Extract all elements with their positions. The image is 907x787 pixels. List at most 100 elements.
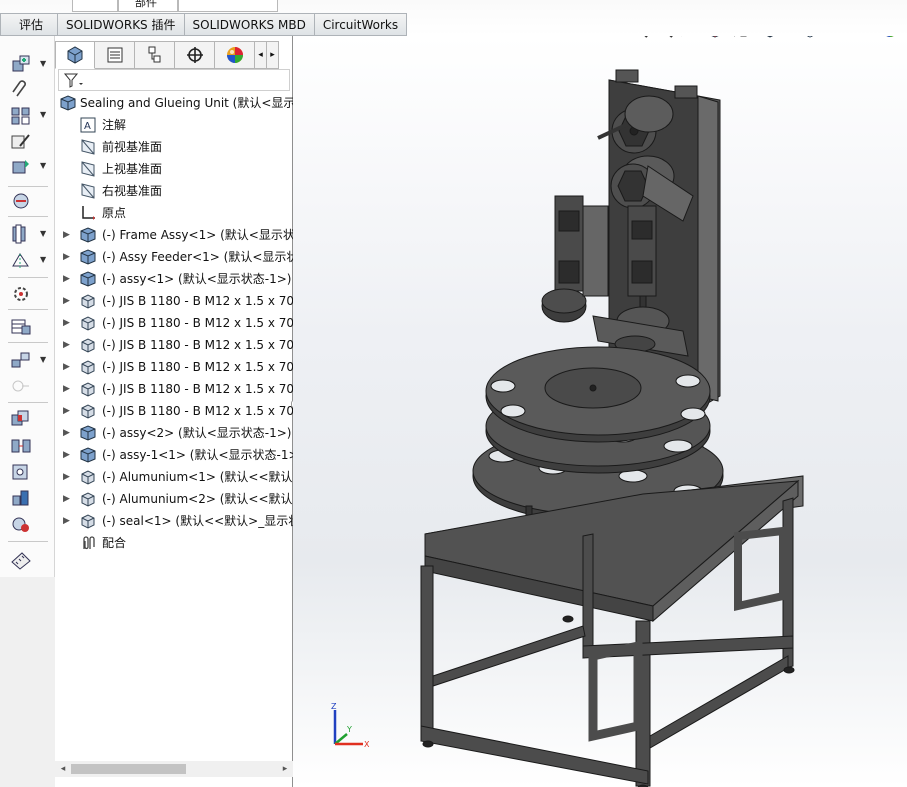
- show-hidden-components-button[interactable]: [10, 191, 32, 211]
- reference-geometry-icon: [12, 253, 29, 268]
- move-component-button[interactable]: [10, 157, 32, 177]
- assembly-icon: [79, 271, 97, 287]
- part-icon: [79, 469, 97, 485]
- assembly-icon: [59, 95, 77, 111]
- part-icon: [79, 491, 97, 507]
- tab-evaluate[interactable]: 评估: [0, 13, 59, 36]
- tab-dimxpert-manager[interactable]: [175, 41, 215, 69]
- tab-property-manager[interactable]: [95, 41, 135, 69]
- tab-scroll-right[interactable]: ▸: [267, 41, 279, 69]
- expand-arrow-icon[interactable]: ▶: [63, 422, 73, 444]
- expand-arrow-icon[interactable]: ▶: [63, 246, 73, 268]
- tree-root-label: Sealing and Glueing Unit (默认<显示: [80, 96, 296, 110]
- component-preview-button[interactable]: [10, 106, 32, 126]
- tree-item-label: 上视基准面: [102, 162, 163, 176]
- interference-icon: [11, 410, 29, 426]
- 3d-assembly-model[interactable]: [293, 36, 907, 787]
- rotary-plate-upper: [485, 346, 711, 443]
- part-icon: [79, 381, 97, 397]
- command-bar-empty-area: [0, 577, 55, 787]
- mates-icon: [79, 535, 97, 551]
- part-icon: [79, 337, 97, 353]
- svg-text:A: A: [84, 121, 91, 132]
- mate-button[interactable]: [10, 80, 32, 100]
- assembly-features-button[interactable]: [10, 224, 32, 244]
- hole-alignment-icon: [12, 464, 28, 480]
- scrollbar-thumb[interactable]: [71, 764, 186, 774]
- expand-arrow-icon[interactable]: ▶: [63, 378, 73, 400]
- feature-tree-filter[interactable]: [58, 69, 290, 91]
- expand-arrow-icon[interactable]: ▶: [63, 444, 73, 466]
- paperclip-icon: [12, 80, 26, 97]
- scroll-right-arrow[interactable]: ▸: [279, 761, 291, 777]
- configuration-manager-icon: [148, 46, 160, 63]
- expand-arrow-icon[interactable]: ▶: [63, 488, 73, 510]
- instant3d-button[interactable]: [10, 550, 32, 570]
- expand-arrow-icon[interactable]: ▶: [63, 510, 73, 532]
- triad-z-label: Z: [331, 702, 337, 711]
- clearance-icon: [11, 439, 31, 453]
- part-icon: [79, 315, 97, 331]
- expand-arrow-icon[interactable]: ▶: [63, 224, 73, 246]
- assembly-visualization-button[interactable]: [10, 488, 32, 508]
- expand-arrow-icon[interactable]: ▶: [63, 466, 73, 488]
- partial-tab-assembly[interactable]: 部件: [118, 0, 178, 12]
- expand-arrow-icon[interactable]: ▶: [63, 334, 73, 356]
- performance-evaluation-button[interactable]: [10, 514, 32, 534]
- smart-fasteners-button[interactable]: [10, 132, 32, 152]
- partial-tab-3[interactable]: [178, 0, 278, 12]
- performance-icon: [12, 517, 29, 532]
- expand-arrow-icon[interactable]: ▶: [63, 290, 73, 312]
- explode-line-icon: [12, 380, 29, 392]
- feature-tree-icon: [67, 46, 83, 64]
- tab-feature-manager[interactable]: [55, 41, 95, 69]
- measure-ruler-icon: [11, 552, 31, 570]
- explode-line-sketch-button[interactable]: [10, 376, 32, 396]
- plane-icon: [79, 183, 97, 199]
- insert-component-icon: [12, 55, 30, 72]
- hole-alignment-button[interactable]: [10, 462, 32, 482]
- assembly-icon: [79, 249, 97, 265]
- new-motion-study-button[interactable]: [10, 284, 32, 304]
- partial-tab-box: [72, 0, 118, 12]
- plane-icon: [79, 161, 97, 177]
- part-icon: [79, 403, 97, 419]
- tree-item-label: (-) JIS B 1180 - B M12 x 1.5 x 70: [102, 294, 295, 308]
- expand-arrow-icon[interactable]: ▶: [63, 268, 73, 290]
- assembly-command-bar: ▼ ▼ ▼ ▼ ▼ ▼: [0, 36, 55, 577]
- tab-circuitworks[interactable]: CircuitWorks: [314, 13, 408, 36]
- triad-y-label: Y: [346, 725, 352, 734]
- exploded-view-button[interactable]: [10, 350, 32, 370]
- crosshair-icon: [186, 47, 203, 63]
- tab-solidworks-addins[interactable]: SOLIDWORKS 插件: [58, 13, 185, 36]
- tab-scroll-left[interactable]: ◂: [255, 41, 267, 69]
- filter-icon: [63, 73, 83, 88]
- show-hidden-icon: [13, 193, 29, 209]
- tab-configuration-manager[interactable]: [135, 41, 175, 69]
- tree-item-label: (-) JIS B 1180 - B M12 x 1.5 x 70: [102, 360, 295, 374]
- interference-detection-button[interactable]: [10, 409, 32, 429]
- bill-of-materials-button[interactable]: [10, 317, 32, 337]
- tree-item-label: (-) Alumunium<2> (默认<<默认>: [102, 492, 303, 506]
- smart-fastener-icon: [11, 134, 30, 149]
- tree-item-label: (-) JIS B 1180 - B M12 x 1.5 x 70: [102, 338, 295, 352]
- tree-item-label: (-) JIS B 1180 - B M12 x 1.5 x 70: [102, 404, 295, 418]
- reference-geometry-button[interactable]: [10, 250, 32, 270]
- expand-arrow-icon[interactable]: ▶: [63, 400, 73, 422]
- tab-display-manager[interactable]: [215, 41, 255, 69]
- tree-item-label: (-) assy<1> (默认<显示状态-1>): [102, 272, 292, 286]
- tab-solidworks-mbd[interactable]: SOLIDWORKS MBD: [184, 13, 315, 36]
- horizontal-scrollbar[interactable]: ◂ ▸: [55, 761, 293, 777]
- graphics-viewport[interactable]: ▾ ▾ ▾: [293, 36, 907, 787]
- move-component-icon: [12, 160, 29, 174]
- tree-item-label: (-) Frame Assy<1> (默认<显示状: [102, 228, 295, 242]
- insert-component-button[interactable]: [10, 54, 32, 74]
- assembly-icon: [79, 447, 97, 463]
- expand-arrow-icon[interactable]: ▶: [63, 356, 73, 378]
- axis-triad: Z Y X: [331, 702, 370, 749]
- scroll-left-arrow[interactable]: ◂: [57, 761, 69, 777]
- expand-arrow-icon[interactable]: ▶: [63, 312, 73, 334]
- motion-study-icon: [14, 287, 28, 301]
- assembly-feature-icon: [12, 224, 26, 244]
- clearance-verification-button[interactable]: [10, 436, 32, 456]
